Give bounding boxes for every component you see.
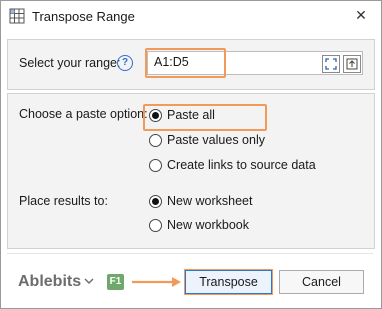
radio-new-workbook[interactable] [149,219,162,232]
range-highlight [145,48,226,78]
expand-dialog-button[interactable] [343,55,361,73]
select-range-icon [325,58,337,70]
arrow-right-icon [132,277,181,287]
paste-all-label[interactable]: Paste all [167,108,215,122]
brand-menu[interactable]: Ablebits [18,273,81,291]
transpose-button[interactable]: Transpose [185,270,272,294]
range-label: Select your range: [19,56,121,70]
close-button[interactable]: ✕ [350,4,372,26]
expand-icon [346,58,358,70]
radio-paste-all[interactable] [149,109,162,122]
radio-new-worksheet[interactable] [149,195,162,208]
new-workbook-label[interactable]: New workbook [167,218,249,232]
help-icon[interactable]: ? [117,55,133,71]
window-title: Transpose Range [32,9,135,24]
paste-values-label[interactable]: Paste values only [167,133,265,147]
cancel-button[interactable]: Cancel [279,270,364,294]
paste-option-label: Choose a paste option: [19,107,148,121]
radio-create-links[interactable] [149,159,162,172]
footer-divider [7,253,373,254]
radio-paste-values[interactable] [149,134,162,147]
select-range-button[interactable] [322,55,340,73]
f1-help-badge[interactable]: F1 [107,274,124,290]
table-grid-icon [9,8,25,24]
create-links-label[interactable]: Create links to source data [167,158,316,172]
new-worksheet-label[interactable]: New worksheet [167,194,252,208]
title-bar: Transpose Range ✕ [0,0,380,32]
place-results-label: Place results to: [19,194,108,208]
close-icon: ✕ [355,6,367,23]
chevron-down-icon[interactable] [84,277,94,285]
